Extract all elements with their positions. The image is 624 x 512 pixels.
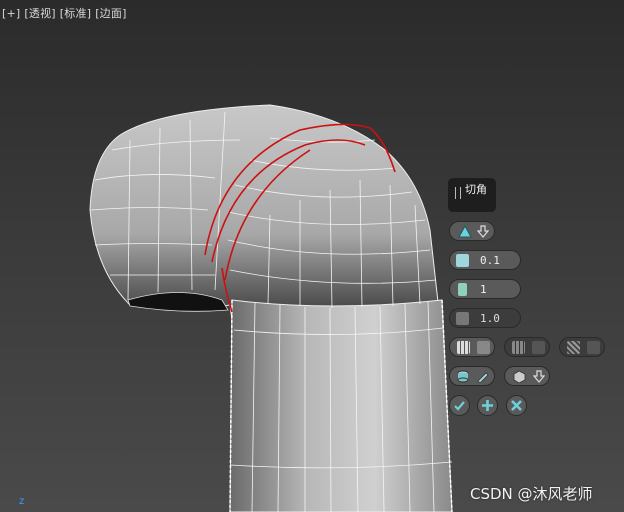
toggle-square-icon: [477, 341, 490, 354]
pipe-vertical: [229, 299, 453, 512]
open-toggle[interactable]: [449, 337, 495, 357]
cancel-button[interactable]: [506, 395, 527, 416]
arrow-down-icon: [533, 370, 545, 383]
grip-icon[interactable]: [455, 187, 461, 199]
toggle-square-dark-icon: [532, 341, 545, 354]
grid-icon: [457, 341, 470, 354]
tension-value: 1.0: [480, 312, 500, 325]
grid-dark-icon: [512, 341, 525, 354]
tension-icon: [456, 312, 469, 325]
toggle-square-dark-icon: [587, 341, 600, 354]
pipe-mesh[interactable]: [0, 0, 624, 512]
checker-icon: [567, 341, 580, 354]
cube-icon: [513, 370, 526, 383]
cylinder-icon: [457, 370, 469, 383]
segments-value: 1: [480, 283, 487, 296]
chamfer-amount-value: 0.1: [480, 254, 500, 267]
tension-field[interactable]: 1.0: [449, 308, 521, 328]
smoothing-options[interactable]: [449, 366, 495, 386]
plus-icon: [482, 400, 493, 411]
apply-ok-button[interactable]: [449, 395, 470, 416]
smoothing-dropdown[interactable]: [504, 366, 550, 386]
caddy-title-bar[interactable]: 切角: [448, 178, 496, 212]
elbow-section: [89, 104, 441, 321]
caddy-title: 切角: [465, 183, 487, 196]
edge-chamfer-amount-field[interactable]: 0.1: [449, 250, 521, 270]
chamfer-type-dropdown[interactable]: [449, 221, 495, 241]
connect-edge-segments-field[interactable]: 1: [449, 279, 521, 299]
x-icon: [511, 400, 522, 411]
arrow-down-icon: [477, 225, 489, 238]
quad-intersection-toggle[interactable]: [559, 337, 605, 357]
axis-z-label: z: [19, 496, 25, 507]
apply-continue-button[interactable]: [477, 395, 498, 416]
segments-icon: [458, 283, 467, 296]
check-icon: [454, 401, 465, 411]
triangle-icon: [458, 225, 472, 238]
chamfer-amount-icon: [456, 254, 469, 267]
watermark: CSDN @沐风老师: [470, 485, 593, 503]
brush-icon: [477, 372, 489, 383]
invert-open-toggle[interactable]: [504, 337, 550, 357]
